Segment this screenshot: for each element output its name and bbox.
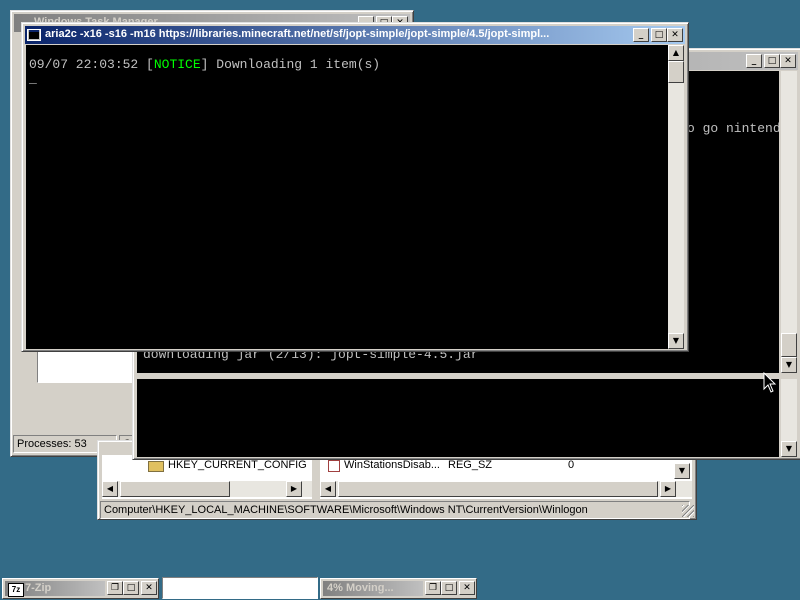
bracket-open: [: [146, 57, 154, 72]
7zip-icon: 7z: [8, 583, 24, 597]
registry-statusbar: Computer\HKEY_LOCAL_MACHINE\SOFTWARE\Mic…: [100, 501, 690, 519]
minimized-window-moving[interactable]: 4% Moving... ❐ □ ✕: [320, 578, 477, 599]
registry-tree-pane[interactable]: HKEY_CURRENT_CONFIG ◀ ▶: [102, 455, 312, 499]
minimized-window-7zip[interactable]: 7-Zip 7z ❐ □ ✕: [2, 578, 159, 599]
folder-icon: [148, 461, 164, 472]
scroll-down-button[interactable]: ▼: [781, 357, 797, 373]
registry-values-pane[interactable]: WinStationsDisab... REG_SZ 0 ▼ ◀ ▶: [320, 455, 692, 499]
bg-console-scroll-thumb[interactable]: [781, 333, 797, 357]
minimized-title-text: 7-Zip: [25, 582, 52, 594]
maximize-button[interactable]: □: [651, 28, 667, 42]
bg-console-lower-pane: [137, 379, 779, 457]
scroll-down-button[interactable]: ▼: [668, 333, 684, 349]
bg-console-lower-vscrollbar[interactable]: ▼: [781, 379, 797, 457]
console-line-partial: o go nintend: [687, 121, 779, 136]
aria2c-title: aria2c -x16 -s16 -m16 https://libraries.…: [45, 28, 550, 40]
close-button[interactable]: ✕: [459, 581, 475, 595]
console-message: Downloading 1 item(s): [208, 57, 381, 72]
mouse-pointer-icon: [763, 372, 777, 393]
restore-button[interactable]: ❐: [107, 581, 123, 595]
splitter[interactable]: [135, 373, 799, 377]
console-timestamp: 09/07 22:03:52: [29, 57, 147, 72]
tree-hscrollbar[interactable]: ◀ ▶: [102, 481, 312, 497]
value-data: 0: [568, 459, 575, 471]
console-line: 09/07 22:03:52 [NOTICE] Downloading 1 it…: [29, 57, 380, 72]
bg-console-vscrollbar[interactable]: ▼: [781, 71, 797, 373]
text-cursor: _: [29, 71, 37, 86]
close-button[interactable]: ✕: [780, 54, 796, 68]
reg-value-icon: [328, 460, 340, 472]
aria2c-titlebar[interactable]: aria2c -x16 -s16 -m16 https://libraries.…: [25, 26, 685, 44]
aria2c-console-output: 09/07 22:03:52 [NOTICE] Downloading 1 it…: [26, 45, 668, 349]
values-hscroll-thumb[interactable]: [338, 481, 658, 497]
values-hscrollbar[interactable]: ◀ ▶: [320, 481, 692, 497]
aria2c-console-window[interactable]: aria2c -x16 -s16 -m16 https://libraries.…: [21, 22, 689, 352]
minimized-title: 4% Moving...: [323, 581, 423, 596]
scroll-down-button[interactable]: ▼: [781, 441, 797, 457]
scroll-right-button[interactable]: ▶: [286, 481, 302, 497]
tree-hscroll-thumb[interactable]: [120, 481, 230, 497]
console-app-icon: [27, 29, 41, 41]
restore-button[interactable]: ❐: [425, 581, 441, 595]
maximize-button[interactable]: □: [764, 54, 780, 68]
scroll-right-button[interactable]: ▶: [660, 481, 676, 497]
minimized-window-blank[interactable]: [162, 577, 318, 599]
aria2c-scroll-thumb[interactable]: [668, 61, 684, 83]
resize-grip[interactable]: [682, 505, 694, 517]
scroll-up-button[interactable]: ▲: [668, 45, 684, 61]
maximize-button[interactable]: □: [441, 581, 457, 595]
notice-label: NOTICE: [153, 57, 201, 72]
value-name[interactable]: WinStationsDisab...: [344, 459, 440, 471]
aria2c-vscrollbar[interactable]: ▲ ▼: [668, 45, 684, 349]
scroll-down-button[interactable]: ▼: [674, 463, 690, 479]
scroll-left-button[interactable]: ◀: [320, 481, 336, 497]
scroll-left-button[interactable]: ◀: [102, 481, 118, 497]
minimize-button[interactable]: _: [746, 54, 762, 68]
value-type: REG_SZ: [448, 459, 493, 471]
tree-item-label[interactable]: HKEY_CURRENT_CONFIG: [168, 459, 307, 471]
process-list[interactable]: [37, 351, 137, 383]
close-button[interactable]: ✕: [667, 28, 683, 42]
minimized-title-text: 4% Moving...: [327, 582, 394, 594]
minimize-button[interactable]: _: [633, 28, 649, 42]
close-button[interactable]: ✕: [141, 581, 157, 595]
maximize-button[interactable]: □: [123, 581, 139, 595]
